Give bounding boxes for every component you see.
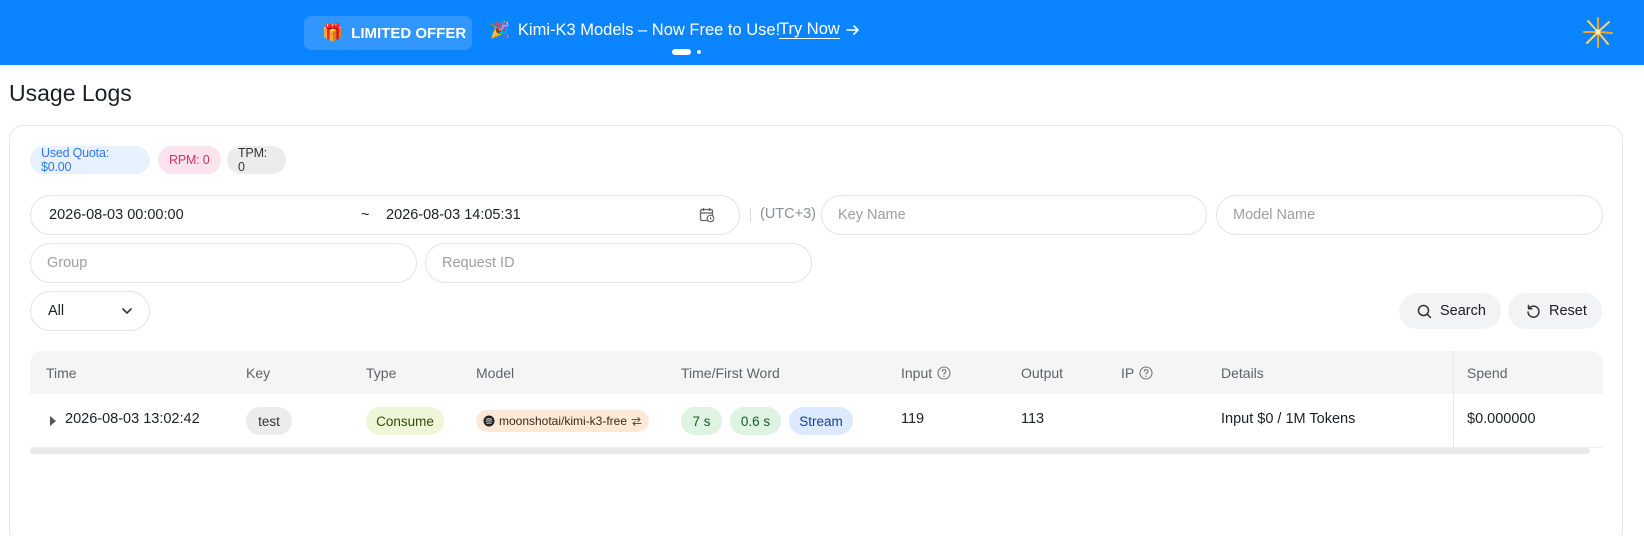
- promo-banner: 🎁 LIMITED OFFER 🎉 Kimi-K3 Models – Now F…: [0, 0, 1644, 65]
- tpm-badge: TPM: 0: [227, 146, 286, 174]
- reset-label: Reset: [1549, 303, 1587, 319]
- search-button[interactable]: Search: [1399, 293, 1501, 329]
- table-header: Time Key Type Model Time/First Word Inpu…: [30, 351, 1603, 394]
- cell-output: 113: [1021, 411, 1045, 427]
- model-name-input[interactable]: Model Name: [1216, 195, 1603, 235]
- fireworks-icon: [1583, 17, 1613, 48]
- col-ip-label: IP: [1121, 365, 1135, 381]
- banner-carousel-dots: [672, 49, 701, 55]
- search-icon: [1417, 304, 1432, 318]
- page-title: Usage Logs: [9, 80, 132, 106]
- horizontal-scrollbar[interactable]: [30, 448, 1590, 454]
- logs-card: [9, 125, 1623, 536]
- group-input[interactable]: Group: [30, 243, 417, 283]
- rpm-badge: RPM: 0: [158, 146, 221, 174]
- log-type-select[interactable]: All: [30, 291, 150, 331]
- limited-offer-label: LIMITED OFFER: [351, 24, 467, 42]
- col-input-label: Input: [901, 365, 933, 381]
- carousel-dot[interactable]: [697, 50, 701, 54]
- gift-icon: 🎁: [322, 23, 344, 42]
- reset-button[interactable]: Reset: [1508, 293, 1602, 329]
- group-placeholder: Group: [47, 255, 88, 271]
- moonshot-logo-icon: [483, 415, 495, 427]
- promo-message: 🎉 Kimi-K3 Models – Now Free to Use!: [490, 20, 780, 40]
- col-details[interactable]: Details: [1221, 365, 1264, 381]
- chevron-down-icon: [122, 308, 132, 314]
- col-ip[interactable]: IP: [1121, 365, 1153, 381]
- help-icon[interactable]: [1139, 366, 1153, 380]
- used-quota-badge: Used Quota: $0.00: [30, 146, 150, 174]
- cell-model-label: moonshotai/kimi-k3-free: [498, 414, 628, 428]
- arrow-right-icon: [846, 24, 859, 35]
- switch-arrows-icon: [631, 416, 642, 426]
- cell-spend: $0.000000: [1467, 411, 1536, 427]
- calendar-clock-icon[interactable]: [699, 207, 715, 223]
- carousel-dot-active[interactable]: [672, 49, 691, 55]
- try-now-link[interactable]: Try Now: [779, 20, 860, 39]
- col-type[interactable]: Type: [366, 365, 396, 381]
- date-start-input[interactable]: 2026-08-03 00:00:00: [49, 207, 184, 223]
- cell-time: 2026-08-03 13:02:42: [65, 411, 200, 427]
- spend-column-divider: [1453, 351, 1454, 448]
- limited-offer-badge: 🎁 LIMITED OFFER: [304, 16, 472, 50]
- col-time[interactable]: Time: [46, 365, 77, 381]
- cell-stream-tag: Stream: [789, 407, 853, 435]
- date-range-picker[interactable]: 2026-08-03 00:00:00 ~ 2026-08-03 14:05:3…: [30, 195, 740, 235]
- cell-type-tag: Consume: [366, 407, 444, 435]
- key-name-input[interactable]: Key Name: [821, 195, 1207, 235]
- expand-row-icon[interactable]: [50, 416, 56, 426]
- col-input[interactable]: Input: [901, 365, 951, 381]
- col-time-first-word[interactable]: Time/First Word: [681, 365, 780, 381]
- reset-icon: [1527, 304, 1540, 318]
- date-separator: ~: [361, 207, 370, 223]
- cell-model-tag[interactable]: moonshotai/kimi-k3-free: [476, 410, 649, 432]
- party-popper-icon: 🎉: [490, 22, 510, 39]
- cell-first-word-tag: 0.6 s: [730, 407, 781, 435]
- col-output[interactable]: Output: [1021, 365, 1063, 381]
- col-model[interactable]: Model: [476, 365, 514, 381]
- timezone-divider: [750, 208, 751, 222]
- try-now-label: Try Now: [779, 20, 840, 38]
- table-row[interactable]: 2026-08-03 13:02:42 test Consume moonsho…: [30, 394, 1603, 448]
- cell-duration-tag: 7 s: [681, 407, 722, 435]
- request-id-placeholder: Request ID: [442, 255, 515, 271]
- cell-details: Input $0 / 1M Tokens: [1221, 411, 1356, 427]
- date-end-input[interactable]: 2026-08-03 14:05:31: [386, 207, 521, 223]
- log-type-value: All: [48, 303, 65, 319]
- help-icon[interactable]: [937, 366, 951, 380]
- timezone-label: (UTC+3): [760, 206, 816, 222]
- key-name-placeholder: Key Name: [838, 207, 906, 223]
- col-key[interactable]: Key: [246, 365, 270, 381]
- cell-input: 119: [901, 411, 925, 427]
- request-id-input[interactable]: Request ID: [425, 243, 812, 283]
- search-label: Search: [1440, 303, 1486, 319]
- cell-key-tag: test: [246, 407, 292, 435]
- col-spend[interactable]: Spend: [1467, 365, 1507, 381]
- model-name-placeholder: Model Name: [1233, 207, 1316, 223]
- promo-text: Kimi-K3 Models – Now Free to Use!: [517, 20, 781, 39]
